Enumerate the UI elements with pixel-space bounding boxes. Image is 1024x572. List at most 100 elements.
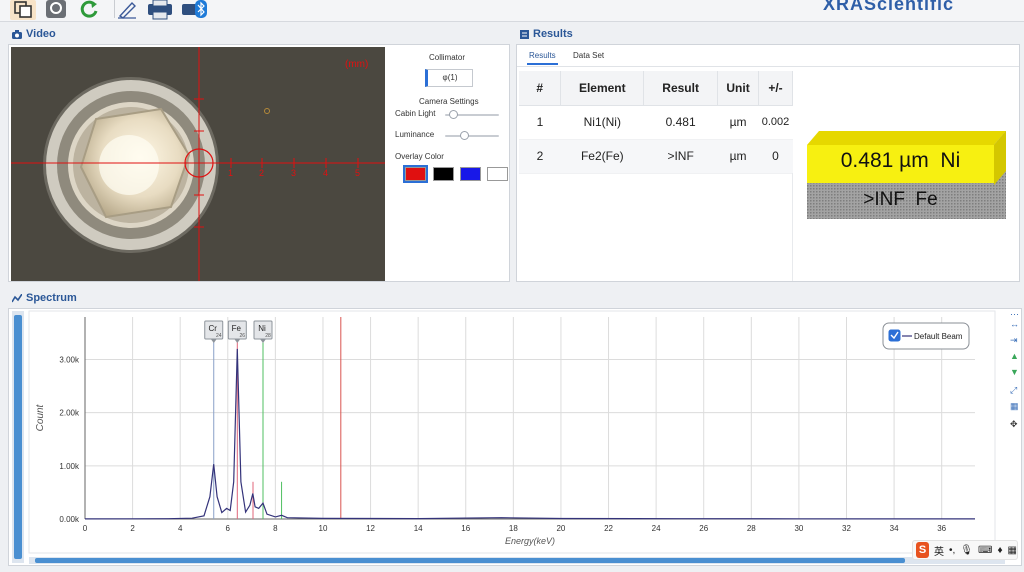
spectrum-chart[interactable]: 0 2 4 6 8 10 12 14 16 18 20 22 24 26 28 30 32 34 360.00k1.… bbox=[9, 309, 1005, 565]
ime-toolbar[interactable]: S 英 •, 🎙 ⌨ ♦ ▦ bbox=[912, 540, 1018, 560]
edit-icon[interactable] bbox=[114, 0, 138, 19]
spectrum-panel: 0 2 4 6 8 10 12 14 16 18 20 22 24 26 28 30 32 34 36 0.00k 1.… bbox=[8, 308, 1022, 566]
ime-skin-icon[interactable]: ♦ bbox=[997, 545, 1002, 556]
x-tick-label: 8 bbox=[273, 524, 278, 533]
spectrum-icon bbox=[12, 293, 22, 302]
scroll-up-icon[interactable]: ▲ bbox=[1010, 351, 1019, 361]
row-result: >INF bbox=[643, 139, 718, 174]
results-title: Results bbox=[533, 28, 573, 40]
row-element: Ni1(Ni) bbox=[560, 105, 644, 140]
row-element: Fe2(Fe) bbox=[560, 139, 644, 174]
y-tick-label: 1.00k bbox=[59, 462, 80, 471]
collimator-label: Collimator bbox=[429, 53, 466, 62]
ime-keyboard-icon[interactable]: ⌨ bbox=[978, 545, 992, 556]
tab-results[interactable]: Results bbox=[527, 49, 558, 65]
row-result: 0.481 bbox=[643, 105, 718, 140]
x-tick-label: 20 bbox=[556, 524, 565, 533]
y-tick-label: 3.00k bbox=[59, 356, 80, 365]
luminance-label: Luminance bbox=[395, 130, 435, 139]
col-element-header: Element bbox=[560, 71, 645, 106]
cabin-light-label: Cabin Light bbox=[395, 109, 436, 118]
overlay-color-red[interactable] bbox=[403, 165, 428, 183]
results-panel: Results Data Set # Element Result Unit +… bbox=[516, 44, 1020, 282]
table-empty-area bbox=[519, 173, 793, 281]
table-row[interactable]: 2 Fe2(Fe) >INF µm 0 bbox=[519, 139, 793, 174]
element-number: 28 bbox=[265, 333, 271, 339]
ime-logo-icon: S bbox=[916, 542, 930, 558]
element-symbol: Ni bbox=[258, 324, 266, 333]
ime-language-icon[interactable]: 英 bbox=[934, 543, 944, 558]
x-tick-label: 12 bbox=[366, 524, 375, 533]
element-number: 24 bbox=[216, 333, 222, 339]
shrink-horizontal-icon[interactable]: ↔ bbox=[1010, 319, 1019, 329]
results-header-row: # Element Result Unit +/- bbox=[519, 71, 793, 106]
ime-menu-icon[interactable]: ▦ bbox=[1008, 545, 1017, 556]
overlay-color-black[interactable] bbox=[433, 167, 454, 181]
gear-icon[interactable] bbox=[44, 0, 68, 18]
x-axis-label: Energy(keV) bbox=[505, 536, 555, 546]
spectrum-panel-title: Spectrum bbox=[12, 292, 77, 304]
row-unit: µm bbox=[717, 105, 759, 140]
overlay-color-white[interactable] bbox=[487, 167, 508, 181]
col-deviation-header: +/- bbox=[758, 71, 793, 106]
cabin-light-thumb[interactable] bbox=[449, 110, 459, 119]
video-title: Video bbox=[26, 28, 56, 40]
results-table: # Element Result Unit +/- 1 Ni1(Ni) 0.48… bbox=[519, 71, 793, 174]
layer-bottom-label: >INF Fe bbox=[863, 189, 938, 210]
scale-tick-5: 5 bbox=[355, 168, 361, 178]
x-tick-label: 22 bbox=[604, 524, 613, 533]
row-deviation: 0 bbox=[758, 139, 793, 174]
copy-icon[interactable] bbox=[10, 0, 36, 20]
x-tick-label: 32 bbox=[842, 524, 851, 533]
scale-tick-1: 1 bbox=[228, 168, 234, 178]
x-tick-label: 24 bbox=[652, 524, 661, 533]
x-tick-label: 34 bbox=[890, 524, 899, 533]
x-tick-label: 30 bbox=[794, 524, 803, 533]
chart-toolbar: ⋯ ↔ ⇥ ▲ ▼ ⤢ ▦ ✥ bbox=[1007, 309, 1023, 449]
video-panel: (mm) 1 2 3 4 5 Collimator φ(1) Camera Se… bbox=[8, 44, 510, 282]
camera-controls: Collimator φ(1) Camera Settings Cabin Li… bbox=[389, 45, 509, 281]
col-unit-header: Unit bbox=[717, 71, 759, 106]
video-feed[interactable]: (mm) 1 2 3 4 5 bbox=[11, 47, 385, 281]
markers-icon[interactable]: ✥ bbox=[1010, 419, 1018, 429]
y-tick-label: 0.00k bbox=[59, 515, 80, 524]
col-number-header: # bbox=[519, 71, 562, 106]
legend-label: Default Beam bbox=[914, 332, 963, 341]
luminance-thumb[interactable] bbox=[459, 131, 469, 140]
x-tick-label: 26 bbox=[699, 524, 708, 533]
table-row[interactable]: 1 Ni1(Ni) 0.481 µm 0.002 bbox=[519, 105, 793, 140]
collapse-icon[interactable]: ⇥ bbox=[1010, 335, 1018, 345]
overlay-color-blue[interactable] bbox=[460, 167, 481, 181]
horizontal-scroll-thumb bbox=[35, 558, 905, 563]
x-tick-label: 6 bbox=[226, 524, 231, 533]
tab-data-set[interactable]: Data Set bbox=[573, 49, 604, 62]
collimator-value: φ(1) bbox=[442, 73, 458, 82]
col-result-header: Result bbox=[643, 71, 719, 106]
x-tick-label: 4 bbox=[178, 524, 183, 533]
row-deviation: 0.002 bbox=[758, 105, 793, 140]
refresh-icon[interactable] bbox=[78, 0, 100, 18]
plot-background bbox=[28, 310, 996, 554]
tab-underline bbox=[517, 66, 1019, 67]
layer-stack-diagram: 0.481 µm Ni >INF Fe bbox=[807, 131, 1007, 223]
expand-horizontal-icon[interactable]: ⋯ bbox=[1010, 309, 1019, 319]
scale-tick-2: 2 bbox=[259, 168, 265, 178]
main-toolbar: XRAScientific bbox=[0, 0, 1024, 22]
row-number: 1 bbox=[519, 105, 561, 140]
camera-settings-label: Camera Settings bbox=[419, 97, 479, 106]
scroll-down-icon[interactable]: ▼ bbox=[1010, 367, 1019, 377]
collimator-select[interactable]: φ(1) bbox=[425, 69, 473, 87]
bluetooth-icon[interactable] bbox=[180, 0, 208, 18]
print-icon[interactable] bbox=[146, 0, 174, 20]
x-tick-label: 36 bbox=[937, 524, 946, 533]
ime-punct-icon[interactable]: •, bbox=[949, 545, 955, 556]
fit-icon[interactable]: ⤢ bbox=[1010, 385, 1017, 395]
ime-mic-icon[interactable]: 🎙 bbox=[960, 545, 973, 556]
element-number: 26 bbox=[240, 333, 246, 339]
x-tick-label: 0 bbox=[83, 524, 88, 533]
element-symbol: Cr bbox=[209, 324, 218, 333]
y-tick-label: 2.00k bbox=[59, 409, 80, 418]
grid-icon[interactable]: ▦ bbox=[1010, 401, 1019, 411]
measurement-overlay bbox=[11, 47, 385, 281]
scale-unit-label: (mm) bbox=[345, 59, 369, 70]
